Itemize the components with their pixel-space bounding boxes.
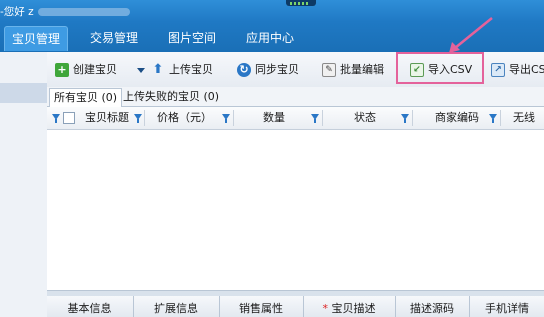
tab-extended-info[interactable]: 扩展信息	[134, 296, 218, 317]
filter-icon[interactable]	[401, 114, 409, 123]
sync-icon: ↻	[237, 63, 251, 77]
edit-icon: ✎	[322, 63, 336, 77]
item-filter-tabs: 所有宝贝 (0) 上传失败的宝贝 (0)	[47, 87, 544, 107]
column-header-merchant-code[interactable]: 商家编码	[435, 107, 479, 129]
filter-icon[interactable]	[52, 114, 60, 123]
upload-arrow-icon: ⬆	[152, 62, 164, 77]
column-divider[interactable]	[233, 110, 234, 126]
create-item-button[interactable]: + 创建宝贝	[55, 61, 117, 79]
required-star-icon: *	[322, 302, 329, 315]
item-table-body[interactable]	[47, 130, 544, 290]
import-csv-highlight-box	[396, 52, 484, 84]
filter-icon[interactable]	[222, 114, 230, 123]
sync-item-button[interactable]: ↻ 同步宝贝	[237, 61, 299, 79]
tab-all-items[interactable]: 所有宝贝 (0)	[49, 88, 123, 107]
title-bar: -您好 z	[0, 0, 544, 22]
plus-icon: +	[55, 63, 69, 77]
filter-icon[interactable]	[311, 114, 319, 123]
tab-mobile-details[interactable]: 手机详情	[470, 296, 544, 317]
tab-item-description[interactable]: * 宝贝描述	[304, 296, 394, 317]
column-header-wireless[interactable]: 无线	[513, 107, 535, 129]
tab-description-source[interactable]: 描述源码	[396, 296, 468, 317]
nav-tab-image-space[interactable]: 图片空间	[158, 26, 226, 50]
tab-basic-info[interactable]: 基本信息	[47, 296, 132, 317]
blurred-username	[37, 8, 130, 16]
export-csv-icon: ↗	[491, 63, 505, 77]
signal-meter-icon	[286, 0, 316, 6]
column-divider[interactable]	[412, 110, 413, 126]
select-all-checkbox[interactable]	[63, 112, 75, 124]
column-divider[interactable]	[500, 110, 501, 126]
column-header-status[interactable]: 状态	[354, 107, 376, 129]
main-nav: 宝贝管理 交易管理 图片空间 应用中心	[0, 22, 544, 52]
nav-tab-item-management[interactable]: 宝贝管理	[4, 26, 68, 51]
column-divider[interactable]	[322, 110, 323, 126]
table-header: 宝贝标题 价格（元） 数量 状态 商家编码 无线	[47, 107, 544, 130]
upload-item-button[interactable]: ⬆ 上传宝贝	[137, 61, 213, 79]
greeting-text: -您好 z	[0, 4, 130, 19]
batch-edit-button[interactable]: ✎ 批量编辑	[322, 61, 384, 79]
dropdown-caret-icon[interactable]	[137, 67, 145, 73]
nav-tab-app-center[interactable]: 应用中心	[236, 26, 304, 50]
column-header-quantity[interactable]: 数量	[263, 107, 285, 129]
filter-icon[interactable]	[134, 114, 142, 123]
nav-tab-trade-management[interactable]: 交易管理	[80, 26, 148, 50]
tab-sales-attributes[interactable]: 销售属性	[220, 296, 302, 317]
column-header-title[interactable]: 宝贝标题	[85, 107, 129, 129]
column-divider[interactable]	[144, 110, 145, 126]
left-pane-selected-item[interactable]	[0, 83, 47, 103]
left-pane	[0, 52, 48, 317]
column-header-price[interactable]: 价格（元）	[157, 107, 212, 129]
filter-icon[interactable]	[489, 114, 497, 123]
tab-upload-failed-items[interactable]: 上传失败的宝贝 (0)	[119, 88, 223, 106]
export-csv-button[interactable]: ↗ 导出CS	[491, 61, 544, 79]
detail-tabs: 基本信息 扩展信息 销售属性 * 宝贝描述 描述源码 手机详情	[47, 296, 544, 317]
